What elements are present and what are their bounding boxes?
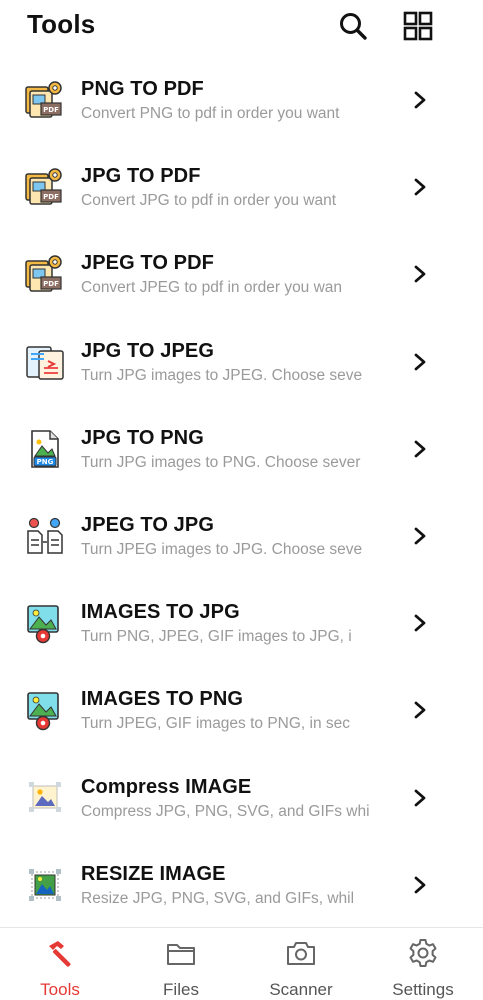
- chevron-right-icon: [414, 178, 426, 196]
- tool-row-images-to-jpg[interactable]: IMAGES TO JPG Turn PNG, JPEG, GIF images…: [0, 580, 483, 667]
- tool-title: Compress IMAGE: [81, 775, 252, 798]
- png-file-icon: PNG: [31, 429, 59, 468]
- tool-title: PNG TO PDF: [81, 78, 204, 100]
- resize-image-icon: [29, 868, 61, 901]
- file-transfer-icon: [27, 517, 63, 554]
- camera-icon: [287, 942, 315, 965]
- tool-title: JPG TO PDF: [81, 165, 201, 188]
- tool-description: Compress JPG, PNG, SVG, and GIFs whi: [81, 802, 369, 820]
- chevron-right-icon: [414, 440, 426, 458]
- chevron-right-icon: [414, 789, 426, 806]
- tool-row-jpg-to-png[interactable]: PNG JPG TO PNG Turn JPG images to PNG. C…: [0, 406, 483, 493]
- tool-row-png-to-pdf[interactable]: PDF PNG TO PDF Convert PNG to pdf in ord…: [0, 57, 483, 144]
- search-button[interactable]: [335, 8, 371, 44]
- chevron-right-icon: [414, 614, 426, 632]
- tool-title: JPEG TO PDF: [81, 252, 214, 275]
- tool-title: JPEG TO JPG: [81, 513, 215, 536]
- tool-row-jpg-to-pdf[interactable]: PDF JPG TO PDF Convert JPG to pdf in ord…: [0, 144, 483, 231]
- tool-row-resize-image[interactable]: RESIZE IMAGE Resize JPG, PNG, SVG, and G…: [0, 842, 483, 929]
- tab-files[interactable]: Files: [121, 928, 241, 1000]
- gear-icon: [409, 939, 437, 967]
- document-convert-icon: [26, 345, 64, 380]
- tools-list: PDF PNG TO PDF Convert PNG to pdf in ord…: [0, 57, 483, 929]
- tool-title: IMAGES TO JPG: [81, 601, 240, 624]
- tool-title: IMAGES TO PNG: [81, 688, 244, 711]
- images-to-pdf-icon: PDF: [25, 255, 62, 293]
- chevron-right-icon: [414, 701, 426, 719]
- image-settings-icon: [27, 692, 59, 731]
- app-header: Tools: [0, 0, 483, 52]
- folder-icon: [167, 944, 195, 965]
- tab-label: Scanner: [269, 980, 333, 999]
- grid-view-button[interactable]: [400, 8, 436, 44]
- tab-settings[interactable]: Settings: [363, 928, 483, 1000]
- tool-description: Turn JPEG, GIF images to PNG, in sec: [81, 715, 351, 733]
- svg-text:PDF: PDF: [43, 106, 59, 114]
- chevron-right-icon: [414, 353, 426, 370]
- chevron-right-icon: [414, 527, 426, 545]
- tool-description: Resize JPG, PNG, SVG, and GIFs, whil: [81, 889, 355, 907]
- tool-description: Turn JPG images to PNG. Choose sever: [81, 453, 361, 471]
- tool-description: Turn JPG images to JPEG. Choose seve: [81, 366, 363, 384]
- grid-view-icon: [403, 11, 433, 41]
- compress-image-icon: [29, 781, 61, 812]
- bottom-navigation: Tools Files Scanner Settings: [0, 927, 483, 1000]
- tab-label: Settings: [392, 980, 454, 999]
- search-icon: [340, 13, 367, 40]
- tool-title: RESIZE IMAGE: [81, 862, 226, 885]
- tool-description: Turn PNG, JPEG, GIF images to JPG, i: [81, 628, 352, 646]
- images-to-pdf-icon: PDF: [25, 81, 62, 118]
- svg-text:PDF: PDF: [43, 193, 59, 201]
- page-title: Tools: [27, 9, 96, 39]
- tab-label: Files: [163, 980, 199, 999]
- tool-title: JPG TO PNG: [81, 426, 204, 449]
- hammer-icon: [49, 941, 71, 967]
- image-settings-icon: [27, 605, 59, 644]
- tool-title: JPG TO JPEG: [81, 339, 215, 362]
- tool-row-jpeg-to-pdf[interactable]: PDF JPEG TO PDF Convert JPEG to pdf in o…: [0, 231, 483, 318]
- images-to-pdf-icon: PDF: [25, 168, 62, 205]
- tab-tools[interactable]: Tools: [0, 928, 120, 1000]
- tool-description: Convert JPG to pdf in order you want: [81, 192, 337, 210]
- chevron-right-icon: [414, 265, 426, 283]
- svg-text:PNG: PNG: [37, 458, 54, 466]
- svg-text:PDF: PDF: [43, 280, 59, 288]
- tool-row-compress-image[interactable]: Compress IMAGE Compress JPG, PNG, SVG, a…: [0, 755, 483, 842]
- tool-description: Convert JPEG to pdf in order you wan: [81, 279, 343, 297]
- tool-description: Turn JPEG images to JPG. Choose seve: [81, 540, 363, 558]
- tab-label: Tools: [40, 980, 80, 999]
- tool-row-images-to-png[interactable]: IMAGES TO PNG Turn JPEG, GIF images to P…: [0, 667, 483, 754]
- chevron-right-icon: [414, 91, 426, 109]
- chevron-right-icon: [414, 876, 426, 894]
- tool-description: Convert PNG to pdf in order you want: [81, 105, 340, 122]
- tool-row-jpeg-to-jpg[interactable]: JPEG TO JPG Turn JPEG images to JPG. Cho…: [0, 493, 483, 580]
- tool-row-jpg-to-jpeg[interactable]: JPG TO JPEG Turn JPG images to JPEG. Cho…: [0, 319, 483, 406]
- tab-scanner[interactable]: Scanner: [241, 928, 361, 1000]
